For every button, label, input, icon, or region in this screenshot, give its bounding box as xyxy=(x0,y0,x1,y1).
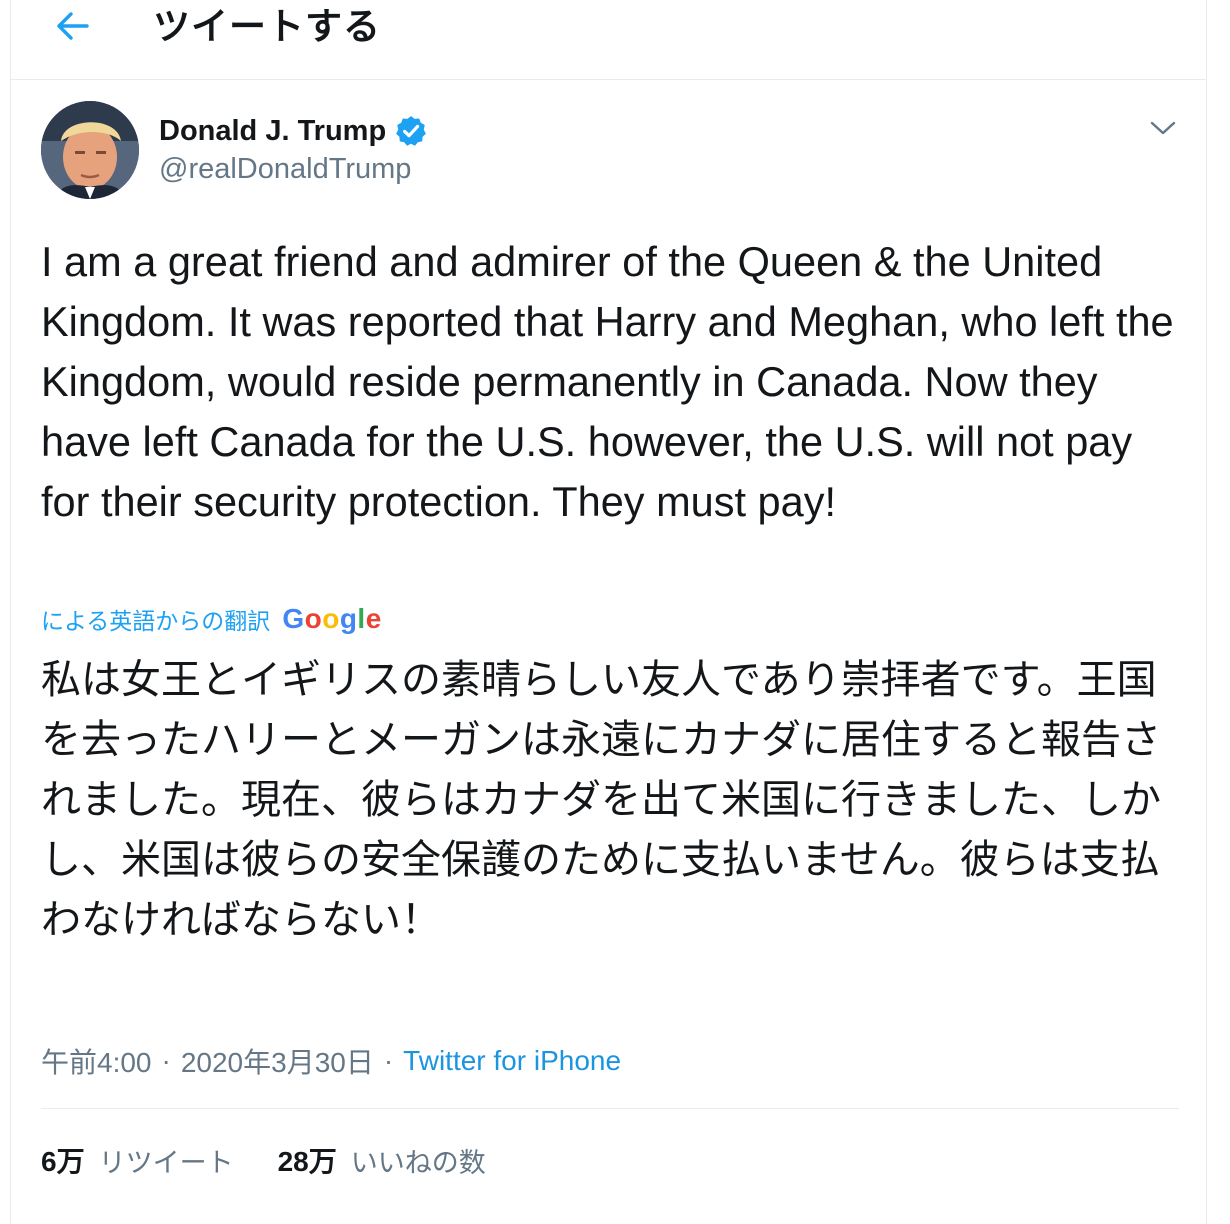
author-name-text: Donald J. Trump xyxy=(159,115,387,147)
likes-stat[interactable]: 28万 いいねの数 xyxy=(278,1140,486,1180)
avatar[interactable] xyxy=(41,101,139,199)
translation-label[interactable]: による英語からの翻訳 xyxy=(41,602,270,636)
meta-separator: · xyxy=(383,1045,394,1076)
tweet-source-link[interactable]: Twitter for iPhone xyxy=(403,1045,621,1077)
tweet-metadata: 午前4:00 · 2020年3月30日 · Twitter for iPhone xyxy=(41,1041,621,1081)
likes-count: 28万 xyxy=(277,1146,337,1177)
chevron-down-icon xyxy=(1150,121,1176,135)
top-bar: ツイートする xyxy=(11,0,1206,80)
author-name[interactable]: Donald J. Trump xyxy=(159,113,428,149)
retweets-stat[interactable]: 6万 リツイート xyxy=(41,1140,234,1180)
tweet-page: ツイートする Donald J. Trump @realDonaldTrump xyxy=(10,0,1207,1224)
engagement-stats: 6万 リツイート 28万 いいねの数 xyxy=(41,1140,530,1180)
arrow-left-icon xyxy=(57,12,89,40)
likes-label: いいねの数 xyxy=(350,1147,486,1179)
page-title: ツイートする xyxy=(153,5,381,48)
translated-tweet-text: 私は女王とイギリスの素晴らしい友人であり崇拝者です。王国を去ったハリーとメーガン… xyxy=(41,657,1161,943)
verified-badge-icon xyxy=(394,114,428,148)
translation-attribution: による英語からの翻訳 Google xyxy=(41,601,382,637)
meta-separator: · xyxy=(161,1045,171,1076)
tweet-text: I am a great friend and admirer of the Q… xyxy=(41,238,1174,525)
author-handle[interactable]: @realDonaldTrump xyxy=(159,151,411,187)
avatar-image xyxy=(41,101,139,199)
tweet-time[interactable]: 午前4:00 xyxy=(41,1041,152,1081)
more-options-button[interactable] xyxy=(1147,112,1179,144)
google-logo: Google xyxy=(282,603,382,634)
retweets-count: 6万 xyxy=(41,1146,85,1177)
divider xyxy=(41,1108,1179,1109)
back-button[interactable] xyxy=(53,6,93,46)
retweets-label: リツイート xyxy=(98,1147,234,1179)
tweet-date[interactable]: 2020年3月30日 xyxy=(181,1041,374,1081)
